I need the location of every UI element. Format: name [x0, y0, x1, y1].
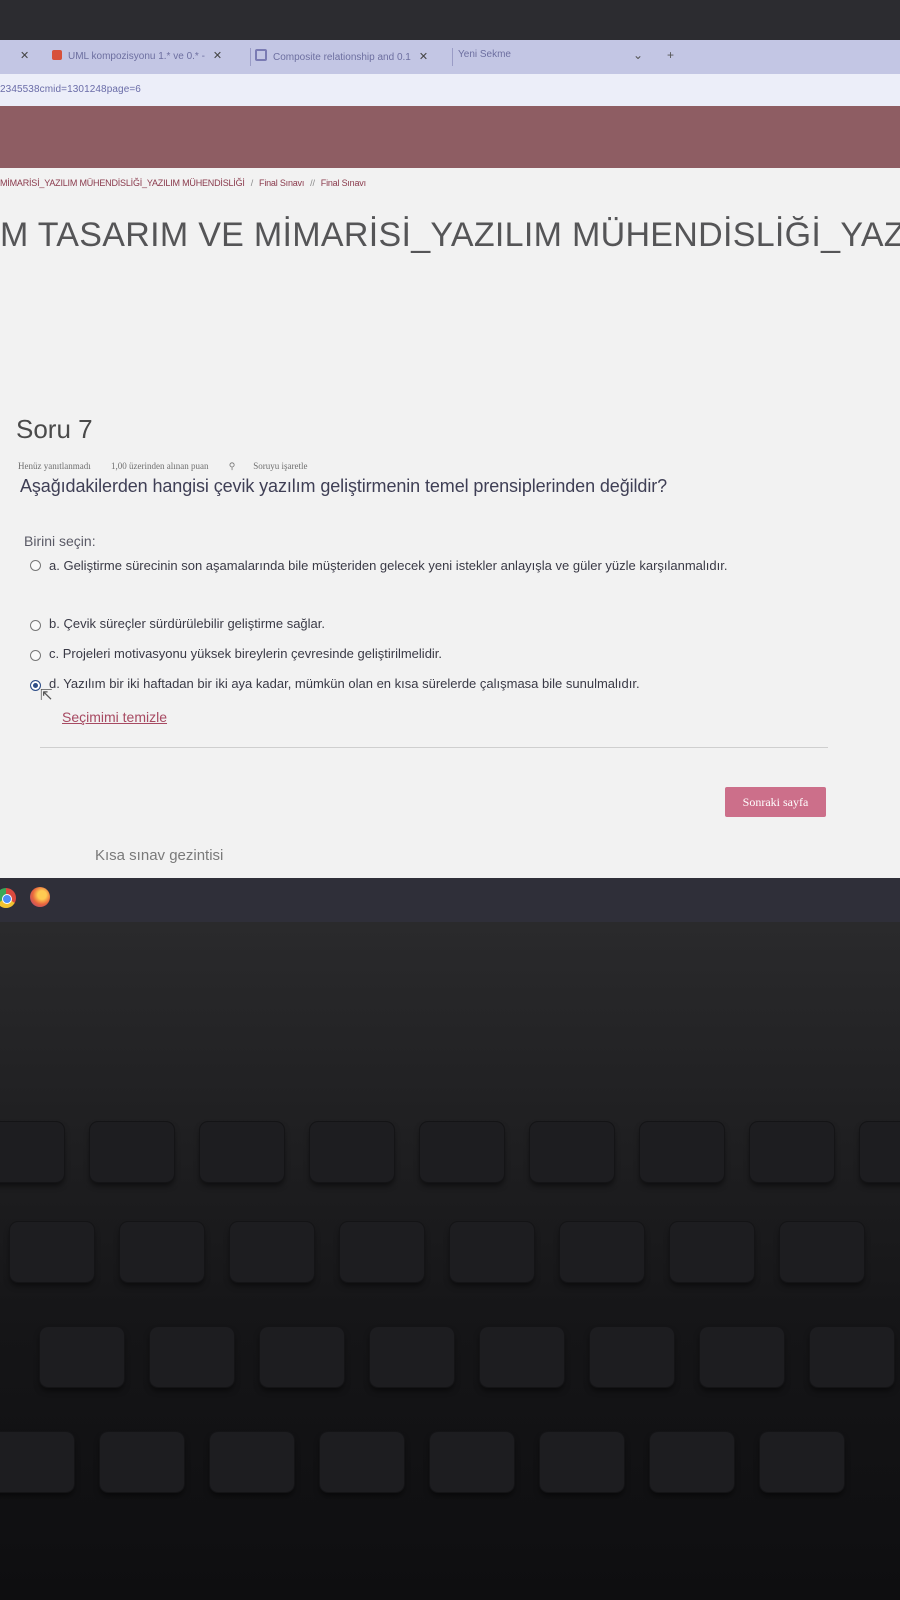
- breadcrumb-item[interactable]: Final Sınavı: [321, 178, 366, 188]
- keyboard-key: [640, 1122, 724, 1182]
- page-icon: [255, 49, 267, 61]
- flag-question-link[interactable]: ⚲ Soruyu işaretle: [229, 461, 326, 471]
- answer-option-b[interactable]: b. Çevik süreçler sürdürülebilir gelişti…: [30, 616, 325, 631]
- keyboard-key: [530, 1122, 614, 1182]
- tab-divider: [250, 48, 251, 66]
- close-icon[interactable]: ✕: [419, 51, 428, 63]
- keyboard-key: [0, 1122, 64, 1182]
- keyboard-key: [100, 1432, 184, 1492]
- close-icon[interactable]: ✕: [20, 49, 29, 67]
- new-tab-icon[interactable]: +: [667, 48, 674, 62]
- flag-icon: ⚲: [228, 461, 236, 471]
- monitor-bezel: [0, 0, 900, 40]
- keyboard-key: [860, 1122, 900, 1182]
- flag-label: Soruyu işaretle: [253, 461, 308, 471]
- taskbar: [0, 878, 900, 922]
- breadcrumb-item[interactable]: Final Sınavı: [259, 178, 304, 188]
- keyboard-key: [450, 1222, 534, 1282]
- question-status: Henüz yanıtlanmadı: [18, 461, 91, 471]
- keyboard-key: [10, 1222, 94, 1282]
- address-bar[interactable]: 2345538cmid=1301248page=6: [0, 74, 900, 109]
- keyboard-key: [780, 1222, 864, 1282]
- radio-button[interactable]: [30, 650, 41, 661]
- site-header-banner: [0, 106, 900, 168]
- question-number: Soru 7: [16, 414, 93, 444]
- tab-label: Composite relationship and 0.1: [273, 52, 411, 63]
- keyboard-key: [590, 1327, 674, 1387]
- keyboard-key: [560, 1222, 644, 1282]
- clear-selection-link[interactable]: Seçimimi temizle: [62, 709, 167, 725]
- answer-option-a[interactable]: a. Geliştirme sürecinin son aşamalarında…: [30, 556, 770, 576]
- keyboard-key: [200, 1122, 284, 1182]
- keyboard-key: [310, 1122, 394, 1182]
- keyboard-key: [40, 1327, 124, 1387]
- url-text[interactable]: 2345538cmid=1301248page=6: [0, 84, 141, 95]
- keyboard-key: [370, 1327, 454, 1387]
- keyboard-key: [750, 1122, 834, 1182]
- breadcrumb-separator: //: [310, 178, 315, 188]
- keyboard-key: [650, 1432, 734, 1492]
- keyboard-key: [420, 1122, 504, 1182]
- choose-label: Birini seçin:: [24, 533, 96, 549]
- breadcrumb-course[interactable]: MİMARİSİ_YAZILIM MÜHENDİSLİĞİ_YAZILIM MÜ…: [0, 178, 245, 188]
- radio-button[interactable]: [30, 620, 41, 631]
- option-label: b. Çevik süreçler sürdürülebilir gelişti…: [49, 616, 325, 631]
- browser-window: ✕ UML kompozisyonu 1.* ve 0.* - ✕ Composi…: [0, 40, 900, 922]
- question-text: Aşağıdakilerden hangisi çevik yazılım ge…: [20, 476, 668, 496]
- browser-tab-2[interactable]: Composite relationship and 0.1 ✕: [255, 49, 428, 67]
- question-meta: Henüz yanıtlanmadı 1,00 üzerinden alınan…: [18, 461, 344, 472]
- keyboard-key: [430, 1432, 514, 1492]
- breadcrumb: MİMARİSİ_YAZILIM MÜHENDİSLİĞİ_YAZILIM MÜ…: [0, 178, 366, 188]
- page-title: M TASARIM VE MİMARİSİ_YAZILIM MÜHENDİSLİ…: [0, 216, 900, 254]
- option-label: c. Projeleri motivasyonu yüksek bireyler…: [49, 646, 443, 661]
- keyboard-key: [260, 1327, 344, 1387]
- keyboard-key: [150, 1327, 234, 1387]
- pdf-icon: [52, 50, 62, 60]
- keyboard-key: [540, 1432, 624, 1492]
- keyboard-key: [760, 1432, 844, 1492]
- answer-option-c[interactable]: c. Projeleri motivasyonu yüksek bireyler…: [30, 646, 442, 661]
- quiz-navigation-link[interactable]: Kısa sınav gezintisi: [95, 847, 223, 864]
- question-points: 1,00 üzerinden alınan puan: [110, 461, 209, 471]
- radio-button[interactable]: [30, 560, 41, 571]
- keyboard-key: [120, 1222, 204, 1282]
- close-icon[interactable]: ✕: [213, 50, 222, 62]
- tab-label: Yeni Sekme: [458, 49, 511, 60]
- tab-bar: ✕ UML kompozisyonu 1.* ve 0.* - ✕ Composi…: [0, 40, 900, 74]
- option-label: d. Yazılım bir iki haftadan bir iki aya …: [49, 676, 640, 691]
- keyboard-key: [90, 1122, 174, 1182]
- keyboard-key: [810, 1327, 894, 1387]
- browser-tab-3[interactable]: Yeni Sekme: [458, 49, 511, 67]
- laptop-keyboard: [0, 922, 900, 1600]
- firefox-icon[interactable]: [30, 887, 50, 907]
- browser-tab-1[interactable]: UML kompozisyonu 1.* ve 0.* - ✕: [52, 49, 222, 67]
- chrome-icon[interactable]: [0, 888, 16, 908]
- tab-label: UML kompozisyonu 1.* ve 0.* -: [68, 51, 205, 62]
- keyboard-key: [0, 1432, 74, 1492]
- mouse-cursor-icon: ⇱: [40, 687, 53, 704]
- keyboard-key: [700, 1327, 784, 1387]
- divider: [40, 747, 828, 748]
- keyboard-key: [230, 1222, 314, 1282]
- breadcrumb-separator: /: [250, 178, 254, 188]
- keyboard-key: [210, 1432, 294, 1492]
- keyboard-key: [340, 1222, 424, 1282]
- keyboard-key: [480, 1327, 564, 1387]
- chevron-down-icon[interactable]: ⌄: [633, 48, 643, 62]
- keyboard-key: [670, 1222, 754, 1282]
- tab-divider: [452, 48, 453, 66]
- keyboard-key: [320, 1432, 404, 1492]
- next-page-button[interactable]: Sonraki sayfa: [725, 787, 826, 817]
- option-label: a. Geliştirme sürecinin son aşamalarında…: [49, 558, 728, 573]
- answer-option-d[interactable]: d. Yazılım bir iki haftadan bir iki aya …: [30, 676, 640, 691]
